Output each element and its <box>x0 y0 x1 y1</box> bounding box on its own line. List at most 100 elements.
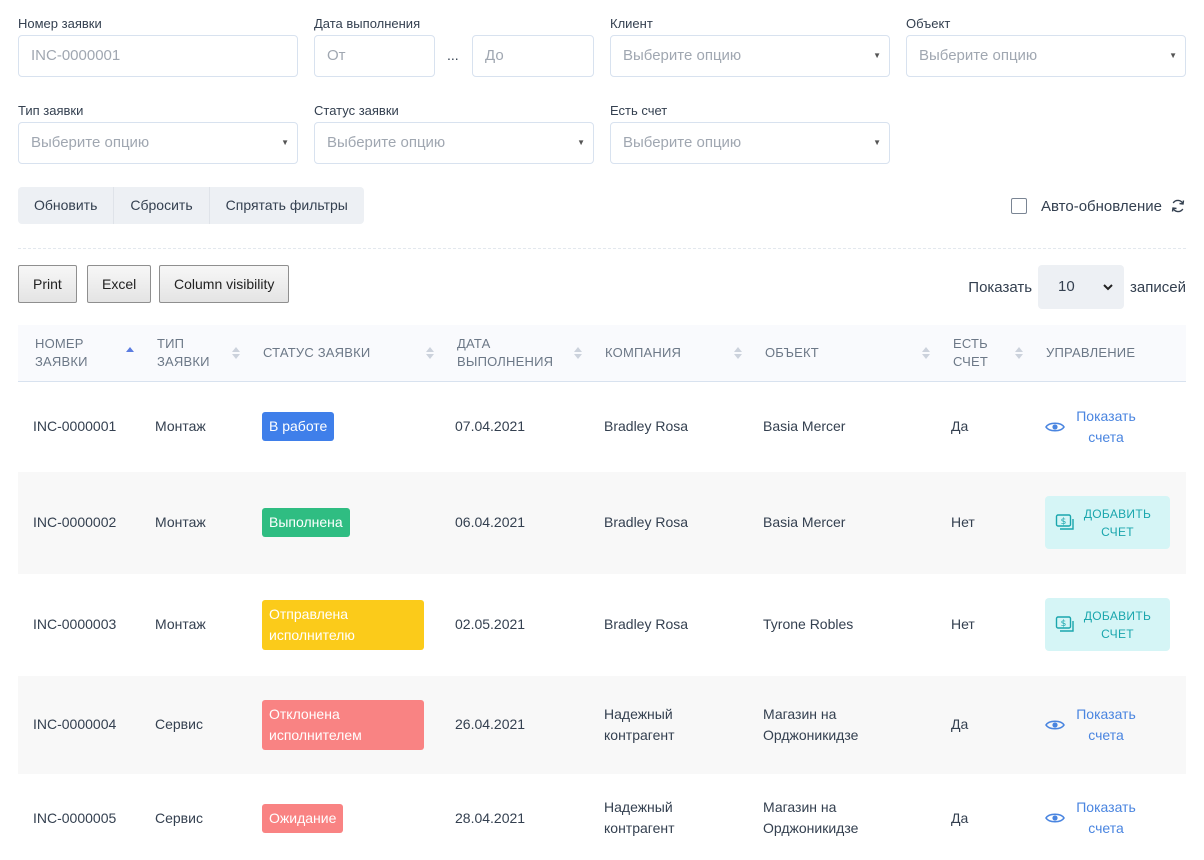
filter-client-label: Клиент <box>610 16 653 31</box>
cell-company: Надежный контрагент <box>604 704 675 746</box>
filter-client: Клиент <box>610 14 890 34</box>
cell-date: 02.05.2021 <box>455 616 526 632</box>
svg-text:$: $ <box>1061 517 1067 527</box>
column-header-type-line2: заявки <box>157 354 210 369</box>
table-header: Номер заявки Тип заявки Статус заявки Дата… <box>18 325 1186 382</box>
request-status-select[interactable]: Выберите опцию ▼ <box>314 122 594 164</box>
status-badge: Отклонена исполнителем <box>262 700 424 750</box>
page-length: Показать 10 записей <box>968 265 1186 309</box>
caret-down-icon: ▼ <box>577 138 585 147</box>
column-header-date[interactable]: Дата выполнения <box>457 325 567 381</box>
cell-type: Сервис <box>155 716 203 732</box>
column-header-number-line1: Номер <box>35 336 84 351</box>
cell-invoice: Нет <box>951 514 975 530</box>
filter-request-status: Статус заявки <box>314 101 594 121</box>
status-badge: Ожидание <box>262 804 344 833</box>
hide-filters-button[interactable]: Спрятать фильтры <box>210 187 364 224</box>
cell-date: 28.04.2021 <box>455 810 526 826</box>
add-invoice-line1: Добавить <box>1083 608 1152 623</box>
column-header-date-line1: Дата <box>457 336 491 351</box>
status-badge-line1: Отправлена <box>269 606 349 622</box>
cell-object: Магазин на Орджоникидзе <box>763 797 858 839</box>
table-row: INC-0000004 Сервис Отклонена исполнителем… <box>18 676 1186 774</box>
column-header-status-text: Статус заявки <box>263 345 371 360</box>
status-badge: Отправлена исполнителю <box>262 600 424 650</box>
column-header-date-line2: выполнения <box>457 354 554 369</box>
cell-company: Надежный контрагент <box>604 797 675 839</box>
sort-icon <box>574 347 582 359</box>
column-header-manage-text: Управление <box>1046 345 1136 360</box>
page-length-records-label: записей <box>1130 278 1186 296</box>
column-header-company[interactable]: Компания <box>605 325 735 381</box>
show-invoices-link[interactable]: Показать счета <box>1045 797 1141 839</box>
sort-icon <box>232 347 240 359</box>
column-header-type-line1: Тип <box>157 336 185 351</box>
add-invoice-line2: счет <box>1101 524 1134 539</box>
status-badge: Выполнена <box>262 508 350 537</box>
column-header-manage: Управление <box>1046 325 1166 381</box>
cell-type: Сервис <box>155 810 203 826</box>
date-from-input[interactable]: От <box>314 35 435 77</box>
column-header-object[interactable]: Объект <box>765 325 915 381</box>
print-button[interactable]: Print <box>18 265 77 303</box>
money-bill-icon: $ <box>1055 513 1074 530</box>
object-select[interactable]: Выберите опцию ▼ <box>906 35 1186 77</box>
status-badge-line1: Отклонена <box>269 706 340 722</box>
auto-refresh-checkbox[interactable] <box>1011 198 1028 214</box>
show-invoices-link[interactable]: Показать счета <box>1045 406 1141 448</box>
caret-down-icon: ▼ <box>873 51 881 60</box>
request-number-input[interactable]: INC-0000001 <box>18 35 298 77</box>
status-badge-line2: исполнителем <box>269 727 362 743</box>
column-header-type[interactable]: Тип заявки <box>157 325 237 381</box>
sort-icon <box>426 347 434 359</box>
reset-button[interactable]: Сбросить <box>114 187 210 224</box>
object-select-value: Выберите опцию <box>919 47 1038 64</box>
show-invoices-line1: Показать <box>1076 799 1136 815</box>
filter-date: Дата выполнения <box>314 14 594 34</box>
add-invoice-line1: Добавить <box>1083 506 1152 521</box>
cell-company: Bradley Rosa <box>604 514 689 530</box>
filter-actions: Обновить Сбросить Спрятать фильтры <box>18 187 364 224</box>
column-header-invoice[interactable]: Есть счет <box>953 325 1013 381</box>
column-header-status[interactable]: Статус заявки <box>263 325 423 381</box>
request-type-select[interactable]: Выберите опцию ▼ <box>18 122 298 164</box>
cell-number: INC-0000004 <box>33 716 117 732</box>
column-header-object-text: Объект <box>765 345 819 360</box>
cell-invoice: Да <box>951 418 969 434</box>
filter-request-type-label: Тип заявки <box>18 103 84 118</box>
cell-number: INC-0000002 <box>33 514 117 530</box>
eye-icon <box>1045 422 1065 432</box>
cell-invoice: Да <box>951 810 969 826</box>
page-length-select[interactable]: 10 <box>1038 265 1125 309</box>
table-row: INC-0000005 Сервис Ожидание 28.04.2021 Н… <box>18 774 1186 860</box>
date-range-separator: ... <box>447 47 459 63</box>
table-row: INC-0000001 Монтаж В работе 07.04.2021 B… <box>18 382 1186 472</box>
client-select[interactable]: Выберите опцию ▼ <box>610 35 890 77</box>
column-visibility-button[interactable]: Column visibility <box>159 265 290 303</box>
cell-company-line2: контрагент <box>604 820 675 836</box>
refresh-icon[interactable] <box>1170 198 1186 214</box>
refresh-button[interactable]: Обновить <box>18 187 115 224</box>
add-invoice-button[interactable]: $ Добавить счет <box>1045 496 1170 549</box>
cell-type: Монтаж <box>155 418 206 434</box>
filter-date-label: Дата выполнения <box>314 16 421 31</box>
cell-object-line2: Орджоникидзе <box>763 820 859 836</box>
cell-type: Монтаж <box>155 616 206 632</box>
filter-object: Объект <box>906 14 1186 34</box>
cell-company: Bradley Rosa <box>604 616 689 632</box>
date-to-input[interactable]: До <box>472 35 594 77</box>
has-invoice-select-value: Выберите опцию <box>623 134 742 151</box>
has-invoice-select[interactable]: Выберите опцию ▼ <box>610 122 890 164</box>
cell-number: INC-0000001 <box>33 418 117 434</box>
show-invoices-link[interactable]: Показать счета <box>1045 704 1141 746</box>
cell-object: Магазин на Орджоникидзе <box>763 704 858 746</box>
table-row: INC-0000003 Монтаж Отправлена исполнителю… <box>18 574 1186 676</box>
filter-object-label: Объект <box>906 16 951 31</box>
show-invoices-line1: Показать <box>1076 408 1136 424</box>
caret-down-icon: ▼ <box>1169 51 1177 60</box>
filter-request-status-label: Статус заявки <box>314 103 399 118</box>
caret-down-icon: ▼ <box>873 138 881 147</box>
add-invoice-line2: счет <box>1101 626 1134 641</box>
excel-button[interactable]: Excel <box>87 265 152 303</box>
add-invoice-button[interactable]: $ Добавить счет <box>1045 598 1170 651</box>
